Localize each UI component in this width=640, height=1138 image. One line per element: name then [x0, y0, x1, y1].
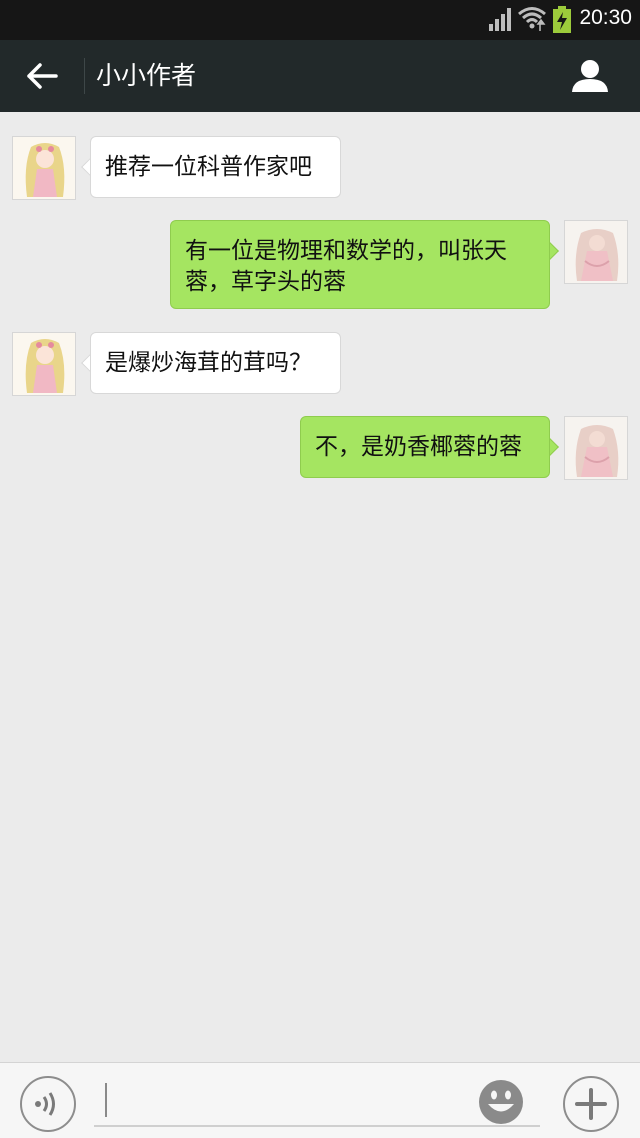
message-bubble[interactable]: 不，是奶香椰蓉的蓉: [300, 416, 550, 478]
message-bubble[interactable]: 有一位是物理和数学的，叫张天蓉，草字头的蓉: [170, 220, 550, 309]
avatar-image: [565, 417, 627, 479]
plus-button[interactable]: [563, 1076, 619, 1132]
plus-icon: [575, 1088, 607, 1120]
message-bubble[interactable]: 是爆炒海茸的茸吗？: [90, 332, 341, 394]
status-time: 20:30: [579, 6, 632, 29]
avatar-image: [13, 333, 75, 395]
avatar[interactable]: [12, 136, 76, 200]
voice-icon: [35, 1092, 55, 1116]
arrow-left-icon: [27, 63, 58, 89]
profile-button[interactable]: [562, 52, 618, 100]
title-divider: [84, 58, 85, 94]
person-icon: [572, 60, 608, 92]
text-caret: [105, 1083, 107, 1117]
voice-button[interactable]: [20, 1076, 76, 1132]
chat-title: 小小作者: [96, 61, 197, 90]
emoji-button[interactable]: [476, 1077, 526, 1127]
wifi-icon: [518, 7, 546, 31]
input-bar: [0, 1062, 640, 1138]
avatar[interactable]: [12, 332, 76, 396]
back-button[interactable]: [18, 56, 66, 96]
avatar[interactable]: [564, 416, 628, 480]
message-input[interactable]: [94, 1077, 540, 1127]
avatar-image: [13, 137, 75, 199]
status-bar: 20:30: [0, 0, 640, 40]
smiley-icon: [479, 1080, 523, 1124]
title-bar: 小小作者: [0, 40, 640, 112]
avatar[interactable]: [564, 220, 628, 284]
avatar-image: [565, 221, 627, 283]
signal-icon: [489, 8, 511, 31]
battery-charging-icon: [553, 6, 571, 33]
message-bubble[interactable]: 推荐一位科普作家吧: [90, 136, 341, 198]
